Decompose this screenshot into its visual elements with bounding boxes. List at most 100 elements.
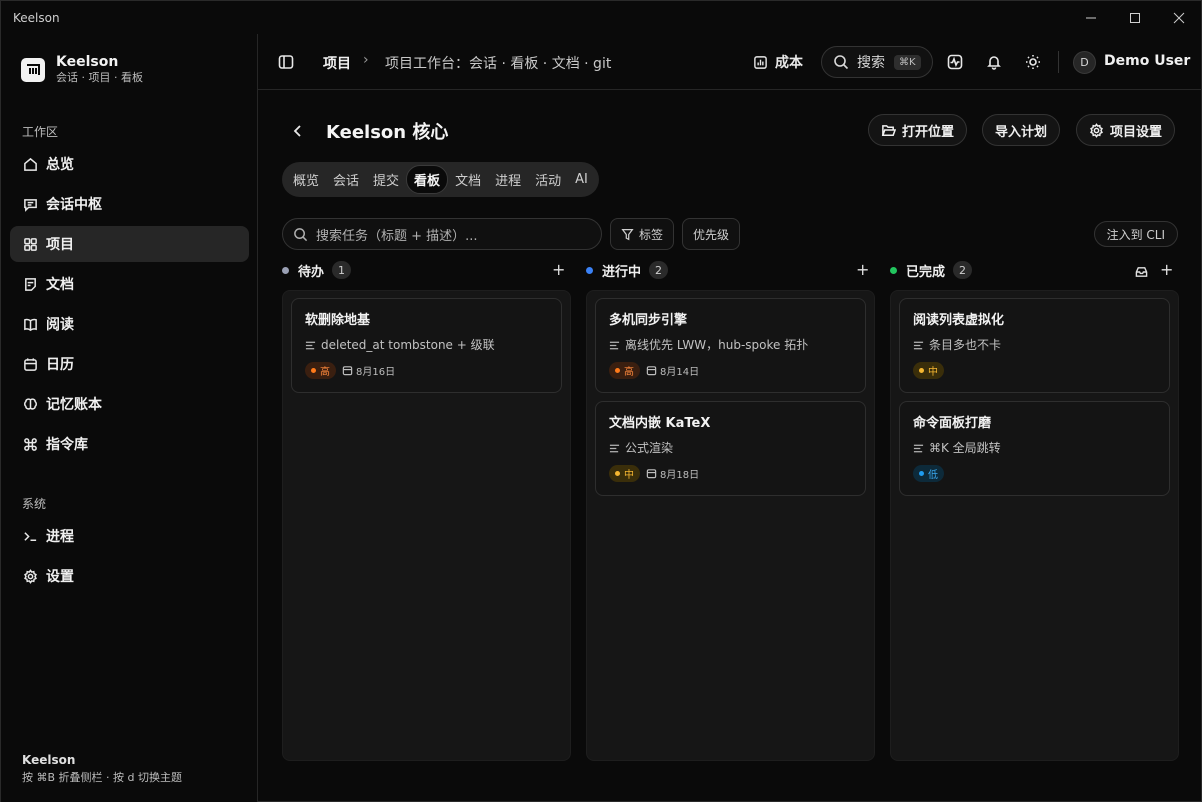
text-lines-icon	[609, 444, 620, 452]
card-description-text: 公式渲染	[625, 441, 674, 455]
tag-filter-button[interactable]: 标签	[610, 218, 675, 250]
column-in-progress: 多机同步引擎 离线优先 LWW，hub-spoke 拓扑 高 8月14日 文档内…	[586, 290, 875, 761]
card-description: 条目多也不卡	[913, 338, 1156, 352]
brand[interactable]: Keelson 会话 · 项目 · 看板	[21, 54, 143, 86]
calendar-icon	[342, 366, 353, 376]
tab-processes[interactable]: 进程	[488, 165, 528, 194]
sidebar-item-label: 指令库	[46, 437, 88, 453]
import-plan-button[interactable]: 导入计划	[982, 114, 1061, 146]
task-card[interactable]: 命令面板打磨 ⌘K 全局跳转 低	[899, 401, 1170, 496]
tab-sessions[interactable]: 会话	[326, 165, 366, 194]
task-card[interactable]: 文档内嵌 KaTeX 公式渲染 中 8月18日	[595, 401, 866, 496]
home-icon	[22, 156, 38, 172]
window-title: Keelson	[13, 10, 60, 25]
global-search-button[interactable]: 搜索 ⌘K	[821, 46, 933, 78]
sidebar-item-docs[interactable]: 文档	[10, 266, 249, 302]
window-controls	[1069, 1, 1201, 34]
theme-toggle-button[interactable]	[1025, 54, 1041, 74]
sidebar-footer: Keelson 按 ⌘B 折叠侧栏 · 按 d 切换主题	[22, 752, 182, 786]
task-card[interactable]: 阅读列表虚拟化 条目多也不卡 中	[899, 298, 1170, 393]
tab-board[interactable]: 看板	[406, 165, 449, 194]
priority-badge: 中	[913, 362, 944, 379]
notifications-button[interactable]	[986, 54, 1002, 74]
brand-name: Keelson	[56, 54, 119, 70]
top-bar: 项目 › 项目工作台：会话 · 看板 · 文档 · git 成本 搜索 ⌘K D…	[258, 34, 1202, 90]
sidebar-item-overview[interactable]: 总览	[10, 146, 249, 182]
activity-icon	[947, 54, 963, 70]
task-search-input[interactable]: 搜索任务（标题 + 描述）...	[282, 218, 602, 250]
sidebar-item-chat-hub[interactable]: 会话中枢	[10, 186, 249, 222]
minimize-icon	[1086, 17, 1096, 18]
column-header-done: 已完成 2	[890, 259, 973, 281]
add-card-button[interactable]: +	[1160, 260, 1173, 279]
sidebar-item-memory-ledger[interactable]: 记忆账本	[10, 386, 249, 422]
main-content: Keelson 核心 打开位置 导入计划 项目设置 概览 会话 提交 看板 文档…	[258, 91, 1202, 802]
priority-filter-button[interactable]: 优先级	[682, 218, 741, 250]
sidebar-item-command-library[interactable]: 指令库	[10, 426, 249, 462]
avatar[interactable]: D	[1073, 51, 1096, 74]
tab-docs[interactable]: 文档	[448, 165, 488, 194]
archive-button[interactable]	[1135, 263, 1148, 282]
sidebar-item-label: 日历	[46, 357, 74, 373]
text-lines-icon	[609, 341, 620, 349]
sidebar-item-processes[interactable]: 进程	[10, 518, 249, 554]
sun-icon	[1026, 55, 1040, 69]
project-settings-button[interactable]: 项目设置	[1076, 114, 1176, 146]
tab-activity[interactable]: 活动	[528, 165, 568, 194]
card-description: deleted_at tombstone + 级联	[305, 338, 548, 352]
tab-ai[interactable]: AI	[568, 165, 595, 194]
close-button[interactable]	[1157, 1, 1201, 34]
column-header-in-progress: 进行中 2	[586, 259, 669, 281]
column-count-badge: 2	[649, 261, 669, 279]
sidebar-item-reading[interactable]: 阅读	[10, 306, 249, 342]
archive-icon	[1135, 267, 1148, 277]
card-description-text: ⌘K 全局跳转	[929, 441, 1001, 455]
user-name[interactable]: Demo User	[1104, 53, 1190, 69]
grid-icon	[22, 236, 38, 252]
add-card-button[interactable]: +	[552, 260, 565, 279]
sidebar-item-label: 总览	[46, 157, 74, 173]
sidebar-item-projects[interactable]: 项目	[10, 226, 249, 262]
task-card[interactable]: 软删除地基 deleted_at tombstone + 级联 高 8月16日	[291, 298, 562, 393]
close-icon	[1173, 12, 1185, 23]
breadcrumb-current: 项目工作台：会话 · 看板 · 文档 · git	[385, 56, 612, 72]
sidebar-item-label: 进程	[46, 529, 74, 545]
terminal-icon	[22, 528, 38, 544]
activity-button[interactable]	[947, 54, 963, 74]
open-location-button[interactable]: 打开位置	[868, 114, 968, 146]
sidebar-item-label: 记忆账本	[46, 397, 102, 413]
card-title: 命令面板打磨	[913, 416, 992, 431]
brand-subtitle: 会话 · 项目 · 看板	[56, 71, 143, 84]
page-title: Keelson 核心	[326, 122, 449, 143]
column-count-badge: 1	[332, 261, 352, 279]
sidebar-item-calendar[interactable]: 日历	[10, 346, 249, 382]
priority-badge: 高	[305, 362, 336, 379]
footer-hint: 按 ⌘B 折叠侧栏 · 按 d 切换主题	[22, 771, 183, 784]
text-lines-icon	[305, 341, 316, 349]
maximize-button[interactable]	[1113, 1, 1157, 34]
tab-commits[interactable]: 提交	[366, 165, 406, 194]
breadcrumb-root[interactable]: 项目	[323, 53, 351, 73]
task-card[interactable]: 多机同步引擎 离线优先 LWW，hub-spoke 拓扑 高 8月14日	[595, 298, 866, 393]
chat-icon	[22, 196, 38, 212]
tab-overview[interactable]: 概览	[286, 165, 326, 194]
book-icon	[22, 316, 38, 332]
cost-button[interactable]: 成本	[753, 52, 803, 72]
search-icon	[834, 55, 849, 70]
project-tabs: 概览 会话 提交 看板 文档 进程 活动 AI	[282, 162, 599, 197]
add-card-button[interactable]: +	[856, 260, 869, 279]
topbar-divider	[1058, 51, 1059, 73]
calendar-icon	[646, 469, 657, 479]
minimize-button[interactable]	[1069, 1, 1113, 34]
back-button[interactable]	[291, 123, 305, 142]
sidebar-item-settings[interactable]: 设置	[10, 558, 249, 594]
import-plan-label: 导入计划	[995, 124, 1048, 140]
sidebar-item-label: 文档	[46, 277, 74, 293]
card-description: 离线优先 LWW，hub-spoke 拓扑	[609, 338, 852, 352]
column-title: 进行中	[602, 264, 642, 280]
open-location-label: 打开位置	[902, 124, 955, 140]
maximize-icon	[1130, 12, 1140, 23]
sidebar-toggle-button[interactable]	[278, 54, 294, 74]
inject-cli-button[interactable]: 注入到 CLI	[1093, 221, 1178, 247]
footer-title: Keelson	[22, 753, 76, 767]
